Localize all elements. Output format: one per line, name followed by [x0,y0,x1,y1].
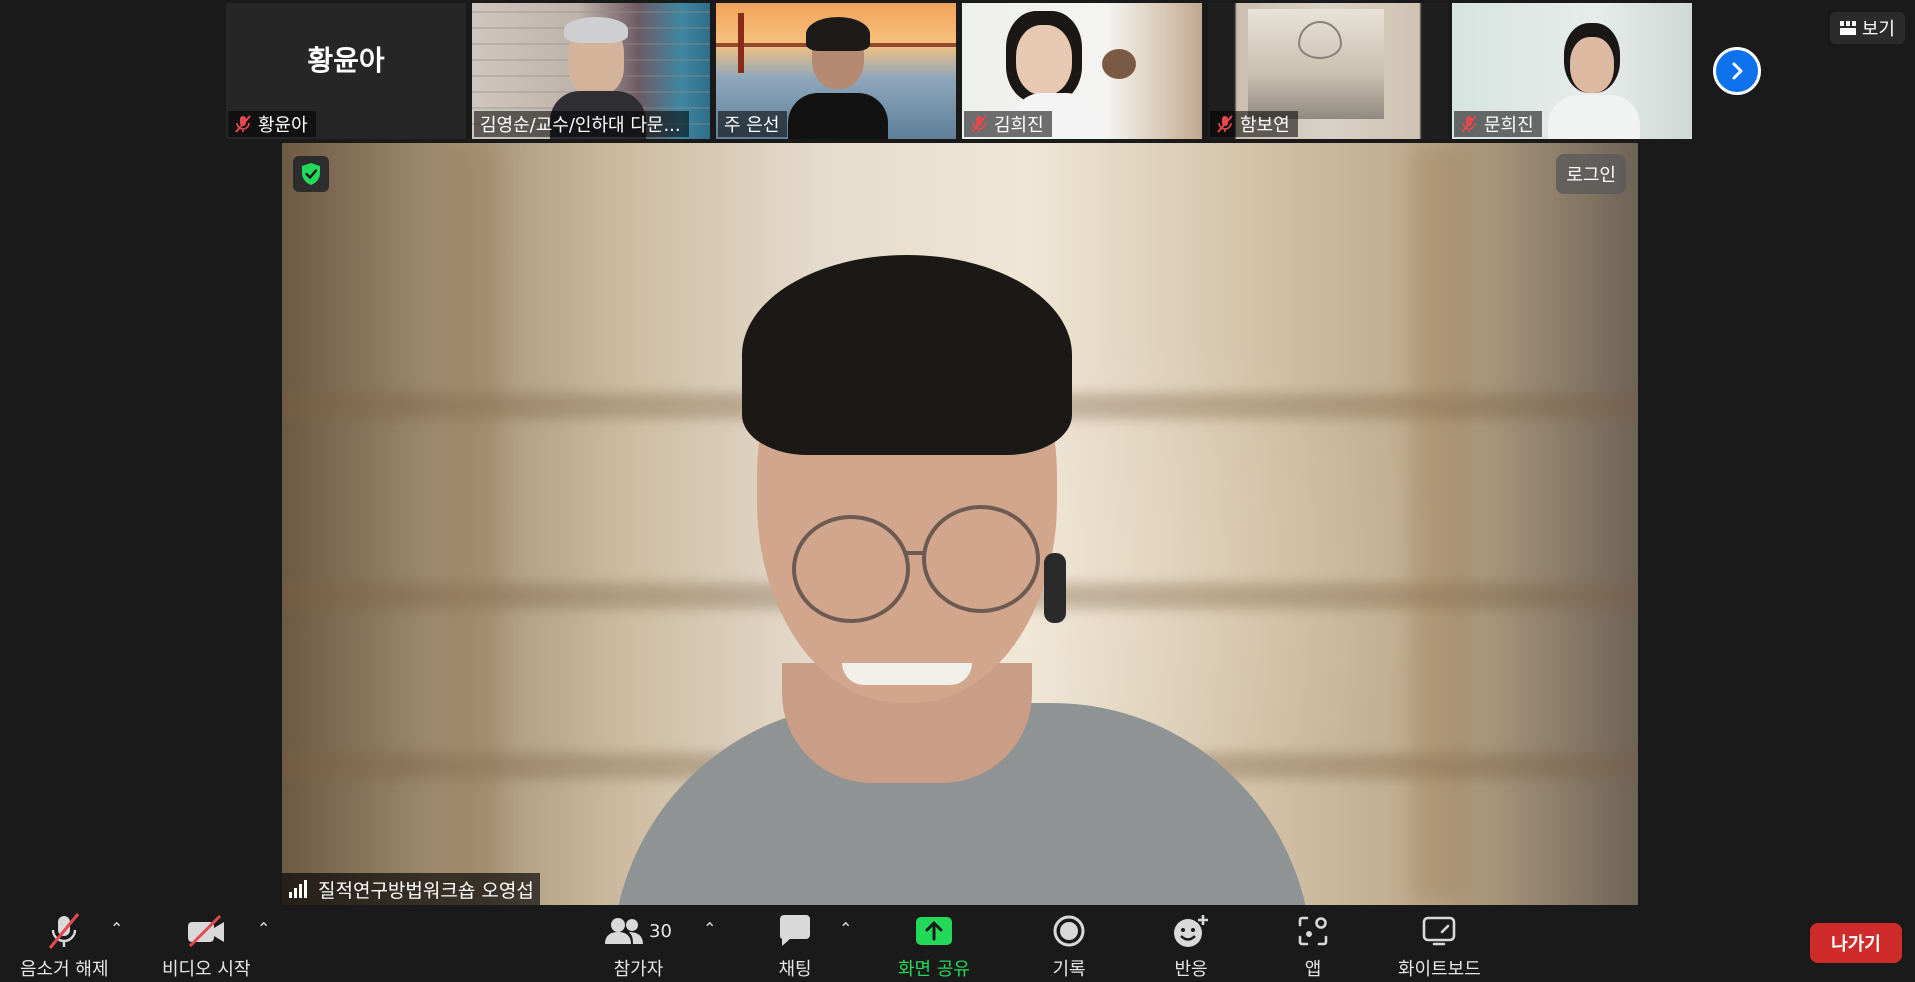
view-label: 보기 [1861,19,1895,40]
mic-muted-icon [235,115,251,133]
participant-count: 30 [649,920,672,942]
chevron-right-icon [1732,62,1743,80]
participant-tile[interactable]: 김영순/교수/인하대 다문... [472,3,710,139]
participant-name: 주 은선 [724,115,780,136]
participant-strip: 황윤아 황윤아 김영순/교수/인하대 다문... 주 은선 김희진 함보연 문희… [226,3,1692,139]
start-video-button[interactable]: 비디오 시작 [162,911,251,981]
participant-nameplate: 황윤아 [228,111,316,137]
whiteboard-icon [1423,916,1456,946]
chat-icon [779,915,810,946]
mic-muted-icon [49,913,80,949]
unmute-button[interactable]: 음소거 해제 [20,911,109,981]
participant-nameplate: 김희진 [964,111,1052,137]
participant-tile[interactable]: 주 은선 [716,3,956,139]
record-button[interactable]: 기록 [1052,911,1086,981]
speaker-nameplate: 질적연구방법워크숍 오영섭 [282,873,540,905]
share-screen-icon [915,917,952,945]
login-button[interactable]: 로그인 [1556,154,1626,194]
participant-tile[interactable]: 함보연 [1208,3,1448,139]
participant-nameplate: 함보연 [1210,111,1298,137]
participant-name: 김영순/교수/인하대 다문... [480,115,681,136]
chat-options-caret-icon[interactable]: ⌃ [839,919,852,938]
reactions-button[interactable]: 반응 [1172,911,1210,981]
reactions-label: 반응 [1174,959,1208,980]
record-icon [1053,915,1085,947]
apps-label: 앱 [1304,959,1322,980]
meeting-toolbar: 음소거 해제 ⌃ 비디오 시작 ⌃ 30 참가자 ⌃ 채팅 ⌃ 화면 공유 기록… [0,905,1915,982]
participants-options-caret-icon[interactable]: ⌃ [703,919,716,938]
unmute-label: 음소거 해제 [20,959,109,980]
whiteboard-label: 화이트보드 [1398,959,1481,980]
participant-name: 문희진 [1484,115,1534,136]
mic-muted-icon [971,115,987,133]
grid-icon [1839,21,1856,35]
chat-button[interactable]: 채팅 [778,911,812,981]
active-speaker-video: 로그인 질적연구방법워크숍 오영섭 [282,143,1638,905]
participant-nameplate: 문희진 [1454,111,1542,137]
participant-tile[interactable]: 문희진 [1452,3,1692,139]
reaction-icon [1174,915,1208,947]
share-screen-label: 화면 공유 [898,959,970,980]
participant-name: 황윤아 [258,115,308,136]
participant-tile[interactable]: 김희진 [962,3,1202,139]
security-badge[interactable] [293,156,329,192]
mic-muted-icon [1461,115,1477,133]
next-page-button[interactable] [1713,47,1761,95]
audio-options-caret-icon[interactable]: ⌃ [110,919,123,938]
participants-button[interactable]: 30 참가자 [605,911,672,981]
shield-check-icon [302,163,320,185]
apps-icon [1298,916,1328,946]
chat-label: 채팅 [778,959,812,980]
camera-off-icon [188,914,225,948]
apps-button[interactable]: 앱 [1297,911,1329,981]
whiteboard-button[interactable]: 화이트보드 [1398,911,1481,981]
participant-tile[interactable]: 황윤아 황윤아 [226,3,466,139]
participants-icon [605,918,643,944]
participant-name: 김희진 [994,115,1044,136]
participants-label: 참가자 [613,959,664,980]
participant-nameplate: 주 은선 [718,111,788,137]
share-screen-button[interactable]: 화면 공유 [898,911,970,981]
speaker-name: 질적연구방법워크숍 오영섭 [318,879,534,902]
view-button[interactable]: 보기 [1829,12,1905,44]
signal-bars-icon [289,880,307,898]
mic-muted-icon [1217,115,1233,133]
participant-nameplate: 김영순/교수/인하대 다문... [474,111,689,137]
record-label: 기록 [1052,959,1086,980]
leave-meeting-button[interactable]: 나가기 [1810,923,1902,963]
start-video-label: 비디오 시작 [162,959,251,980]
participant-name: 함보연 [1240,115,1290,136]
participant-initial-name: 황윤아 [307,44,385,77]
video-options-caret-icon[interactable]: ⌃ [257,919,270,938]
